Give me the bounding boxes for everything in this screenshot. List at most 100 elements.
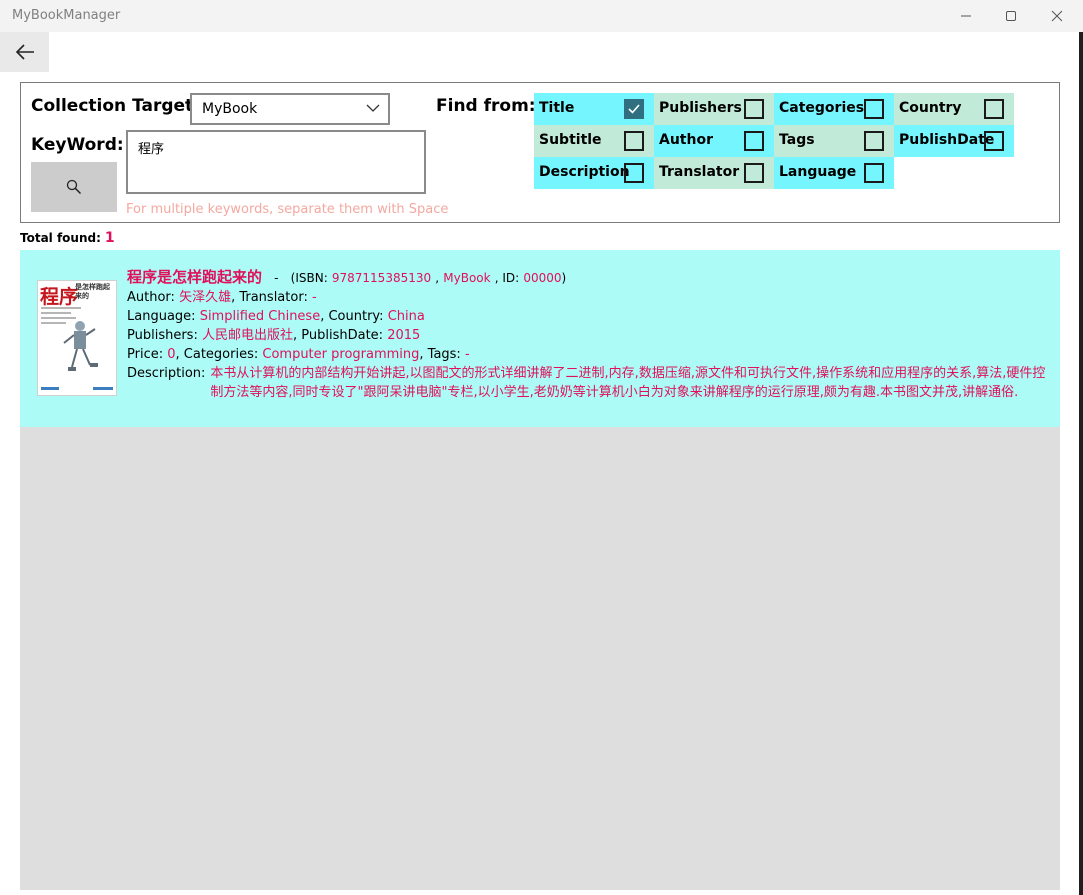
- publishdate-value: 2015: [387, 328, 421, 343]
- find-from-language[interactable]: Language: [774, 157, 894, 189]
- find-from-language-checkbox[interactable]: [864, 163, 884, 183]
- chevron-down-icon: [366, 104, 380, 112]
- publishdate-label: , PublishDate:: [293, 328, 384, 343]
- total-found-label: Total found:: [20, 231, 101, 245]
- checkmark-icon: [628, 104, 640, 114]
- author-value: 矢泽久雄: [179, 290, 232, 305]
- find-from-publishdate[interactable]: PublishDate: [894, 125, 1014, 157]
- back-button[interactable]: [0, 32, 49, 72]
- find-from-categories-label: Categories: [779, 100, 865, 116]
- find-from-author[interactable]: Author: [654, 125, 774, 157]
- find-from-publishdate-checkbox[interactable]: [984, 131, 1004, 151]
- find-from-author-label: Author: [659, 132, 713, 148]
- keyword-value: 程序: [138, 142, 165, 157]
- description-label: Description:: [127, 366, 206, 381]
- categories-value: Computer programming: [262, 347, 420, 362]
- tags-label: , Tags:: [419, 347, 461, 362]
- description-value: 本书从计算机的内部结构开始讲起,以图配文的形式详细讲解了二进制,内存,数据压缩,…: [210, 366, 1046, 400]
- find-from-tags-checkbox[interactable]: [864, 131, 884, 151]
- find-from-publishers-checkbox[interactable]: [744, 99, 764, 119]
- keyword-label: KeyWord:: [31, 135, 124, 155]
- price-line: Price: 0, Categories: Computer programmi…: [127, 345, 1047, 364]
- results-list: 程序 是怎样跑起来的 程序是怎样跑起来的 - (ISBN: 9787115385…: [20, 250, 1060, 890]
- cover-title-small: 是怎样跑起来的: [75, 283, 110, 300]
- publishers-line: Publishers: 人民邮电出版社, PublishDate: 2015: [127, 326, 1047, 345]
- find-from-language-label: Language: [779, 164, 857, 180]
- find-from-subtitle-checkbox[interactable]: [624, 131, 644, 151]
- book-title-line: 程序是怎样跑起来的 - (ISBN: 9787115385130 , MyBoo…: [127, 268, 1047, 288]
- cover-title-large: 程序: [40, 286, 79, 308]
- collection-target-combobox[interactable]: MyBook: [190, 93, 390, 125]
- categories-label: , Categories:: [175, 347, 259, 362]
- find-from-tags[interactable]: Tags: [774, 125, 894, 157]
- find-from-label: Find from:: [436, 96, 536, 116]
- book-result-item[interactable]: 程序 是怎样跑起来的 程序是怎样跑起来的 - (ISBN: 9787115385…: [20, 250, 1060, 427]
- find-from-publishers[interactable]: Publishers: [654, 93, 774, 125]
- keyword-input[interactable]: 程序: [126, 130, 426, 194]
- minimize-icon: [961, 15, 971, 17]
- maximize-icon: [1006, 11, 1016, 21]
- book-details: 程序是怎样跑起来的 - (ISBN: 9787115385130 , MyBoo…: [127, 268, 1047, 402]
- find-from-description-label: Description: [539, 164, 630, 180]
- cover-robot-illustration: [63, 321, 98, 371]
- minimize-button[interactable]: [943, 0, 989, 32]
- keyword-hint: For multiple keywords, separate them wit…: [126, 202, 449, 217]
- author-label: Author:: [127, 290, 175, 305]
- id-value: 00000: [523, 271, 562, 285]
- find-from-translator-checkbox[interactable]: [744, 163, 764, 183]
- country-value: China: [387, 309, 425, 324]
- isbn-value: 9787115385130: [331, 271, 432, 285]
- find-from-title-checkbox[interactable]: [624, 99, 644, 119]
- title-bar: MyBookManager: [0, 0, 1083, 32]
- isbn-separator: ,: [435, 271, 440, 285]
- translator-value: -: [311, 290, 317, 305]
- book-title[interactable]: 程序是怎样跑起来的: [127, 268, 262, 286]
- language-label: Language:: [127, 309, 196, 324]
- find-from-translator-label: Translator: [659, 164, 740, 180]
- isbn-label: (ISBN:: [290, 271, 328, 285]
- find-from-title-label: Title: [539, 100, 575, 116]
- price-value: 0: [167, 347, 176, 362]
- find-from-categories-checkbox[interactable]: [864, 99, 884, 119]
- id-label: , ID:: [494, 271, 520, 285]
- price-label: Price:: [127, 347, 164, 362]
- language-line: Language: Simplified Chinese, Country: C…: [127, 307, 1047, 326]
- find-from-publishdate-label: PublishDate: [899, 132, 995, 148]
- search-panel: Collection Target: MyBook KeyWord: 程序 Fo…: [20, 82, 1060, 223]
- close-button[interactable]: [1034, 0, 1080, 32]
- author-line: Author: 矢泽久雄, Translator: -: [127, 288, 1047, 307]
- collection-target-label: Collection Target:: [31, 96, 200, 116]
- window-edge: [1079, 32, 1083, 895]
- find-from-author-checkbox[interactable]: [744, 131, 764, 151]
- find-from-tags-label: Tags: [779, 132, 815, 148]
- find-from-title[interactable]: Title: [534, 93, 654, 125]
- find-from-subtitle-label: Subtitle: [539, 132, 602, 148]
- find-from-publishers-label: Publishers: [659, 100, 742, 116]
- language-value: Simplified Chinese: [199, 309, 321, 324]
- title-dash: -: [274, 271, 279, 285]
- translator-label: , Translator:: [231, 290, 308, 305]
- find-from-categories[interactable]: Categories: [774, 93, 894, 125]
- maximize-button[interactable]: [988, 0, 1034, 32]
- find-from-subtitle[interactable]: Subtitle: [534, 125, 654, 157]
- collection-target-value: MyBook: [202, 101, 258, 117]
- cover-publisher-strip: [41, 385, 115, 393]
- tags-value: -: [464, 347, 470, 362]
- search-button[interactable]: [31, 162, 117, 212]
- collection-value: MyBook: [443, 271, 491, 285]
- find-from-description-checkbox[interactable]: [624, 163, 644, 183]
- find-from-translator[interactable]: Translator: [654, 157, 774, 189]
- close-paren: ): [561, 271, 567, 285]
- total-found-count: 1: [104, 230, 115, 246]
- find-from-description[interactable]: Description: [534, 157, 654, 189]
- magnifier-icon: [66, 179, 82, 195]
- app-title: MyBookManager: [12, 8, 121, 23]
- publishers-value: 人民邮电出版社: [201, 328, 293, 343]
- description-line: Description: 本书从计算机的内部结构开始讲起,以图配文的形式详细讲解…: [127, 364, 1047, 402]
- arrow-left-icon: [15, 44, 34, 60]
- find-from-country-checkbox[interactable]: [984, 99, 1004, 119]
- total-found: Total found: 1: [20, 230, 115, 246]
- find-from-country[interactable]: Country: [894, 93, 1014, 125]
- country-label: , Country:: [320, 309, 384, 324]
- book-cover: 程序 是怎样跑起来的: [37, 280, 117, 396]
